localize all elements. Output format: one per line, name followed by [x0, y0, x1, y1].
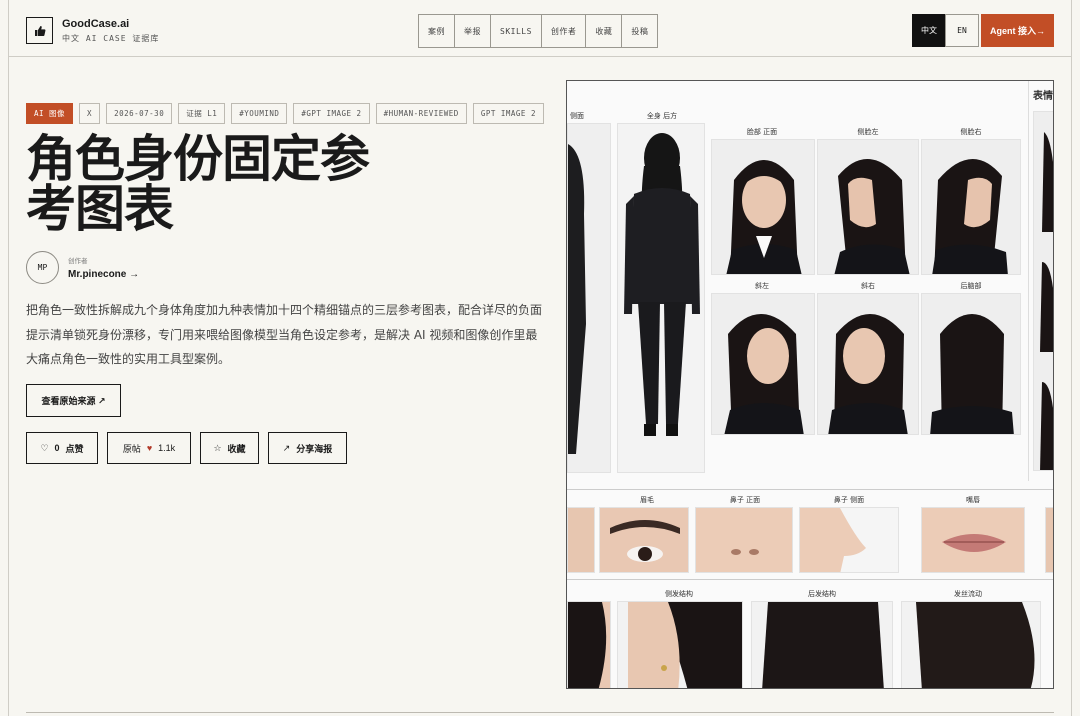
view-source-button[interactable]: 查看原始来源 ↗	[26, 384, 121, 417]
nav-item-cases[interactable]: 案例	[418, 14, 455, 48]
tag-model[interactable]: GPT IMAGE 2	[472, 103, 544, 124]
feature-brow-eye	[599, 507, 689, 573]
thumbs-up-icon	[34, 25, 45, 36]
portrait-tilt-right	[817, 293, 919, 435]
label-back-hair: 后发结构	[808, 590, 836, 598]
feature-edge-left	[567, 507, 595, 573]
logo[interactable]	[26, 17, 53, 44]
label-side: 侧面	[570, 112, 584, 120]
tag-human-reviewed[interactable]: #HUMAN-REVIEWED	[375, 103, 467, 124]
tag-list: AI 图像 X 2026-07-30 证据 L1 #YOUMIND #GPT I…	[26, 103, 544, 124]
original-post-button[interactable]: 原帖 ♥ 1.1k	[107, 432, 191, 464]
reference-sheet-image[interactable]: 侧面 全身 后方 脸部 正面 侧脸左 侧脸右 表情 斜左 斜右 后脑部 眉毛 鼻…	[566, 80, 1054, 689]
tag-date: 2026-07-30	[106, 103, 173, 124]
hair-flow	[901, 601, 1041, 688]
label-face-left: 侧脸左	[857, 128, 879, 136]
action-bar: ♡ 0 点赞 原帖 ♥ 1.1k ☆ 收藏 ↗ 分享海报	[26, 432, 347, 464]
heart-outline-icon: ♡	[40, 442, 49, 453]
nav-item-report[interactable]: 举报	[454, 14, 491, 48]
lang-zh-button[interactable]: 中文	[912, 14, 946, 47]
figure-full-back-panel	[617, 123, 705, 473]
portrait-left	[817, 139, 919, 275]
portrait-front	[711, 139, 815, 275]
tag-category[interactable]: AI 图像	[26, 103, 74, 124]
share-label: 分享海报	[296, 443, 333, 454]
favorite-label: 收藏	[227, 443, 246, 454]
label-hair-flow: 发丝流动	[954, 590, 982, 598]
original-post-label: 原帖	[122, 443, 141, 454]
nav-item-submit[interactable]: 投稿	[621, 14, 659, 48]
top-header: GoodCase.ai 中文 AI CASE 证据库 案例 举报 SKILLS …	[8, 0, 1072, 57]
brand-name[interactable]: GoodCase.ai	[62, 18, 129, 30]
hair-side	[617, 601, 743, 688]
nav-item-skills[interactable]: SKILLS	[490, 14, 542, 48]
brand-subtitle: 中文 AI CASE 证据库	[62, 34, 160, 43]
label-back-head: 后脑部	[960, 282, 982, 290]
label-side-hair: 侧发结构	[665, 590, 693, 598]
feature-lips	[921, 507, 1025, 573]
hair-back	[751, 601, 893, 688]
feature-nose-front	[695, 507, 793, 573]
case-description: 把角色一致性拆解成九个身体角度加九种表情加十四个精细锚点的三层参考图表，配合详尽…	[26, 303, 543, 366]
nav-item-favorites[interactable]: 收藏	[585, 14, 623, 48]
portrait-back-head	[921, 293, 1021, 435]
agent-connect-button[interactable]: Agent 接入→	[981, 14, 1054, 47]
label-expression: 表情	[1033, 91, 1053, 102]
like-count: 0	[54, 443, 60, 453]
tag-gpt-image[interactable]: #GPT IMAGE 2	[293, 103, 370, 124]
star-icon: ☆	[213, 442, 222, 453]
hair-edge-left	[567, 601, 611, 688]
share-poster-button[interactable]: ↗ 分享海报	[268, 432, 347, 464]
label-face-front: 脸部 正面	[746, 128, 778, 136]
section-divider	[26, 712, 1054, 713]
main-nav: 案例 举报 SKILLS 创作者 收藏 投稿	[418, 14, 659, 48]
author-link[interactable]: Mr.pinecone →	[68, 269, 139, 280]
label-tilt-left: 斜左	[755, 282, 769, 290]
label-full-back: 全身 后方	[646, 112, 678, 120]
nav-item-creators[interactable]: 创作者	[540, 14, 587, 48]
language-switch: 中文 EN	[912, 14, 979, 47]
tag-evidence[interactable]: 证据 L1	[178, 103, 226, 124]
feature-edge-right	[1045, 507, 1053, 573]
portrait-tilt-left	[711, 293, 815, 435]
label-lips: 嘴唇	[966, 496, 980, 504]
like-label: 点赞	[65, 443, 84, 454]
author-label: 创作者	[68, 258, 88, 265]
label-nose-front: 鼻子 正面	[729, 496, 761, 504]
label-tilt-right: 斜右	[861, 282, 875, 290]
tag-youmind[interactable]: #YOUMIND	[231, 103, 288, 124]
label-brow: 眉毛	[640, 496, 654, 504]
portrait-right	[921, 139, 1021, 275]
label-face-right: 侧脸右	[960, 128, 982, 136]
page-title: 角色身份固定参考图表	[26, 130, 370, 238]
expression-column	[1033, 111, 1053, 471]
feature-nose-side	[799, 507, 899, 573]
like-button[interactable]: ♡ 0 点赞	[26, 432, 98, 464]
heart-filled-icon: ♥	[146, 443, 153, 453]
lang-en-button[interactable]: EN	[945, 14, 979, 47]
original-post-count: 1.1k	[158, 443, 176, 453]
favorite-button[interactable]: ☆ 收藏	[200, 432, 259, 464]
tag-platform[interactable]: X	[79, 103, 101, 124]
label-nose-side: 鼻子 侧面	[833, 496, 865, 504]
arrow-up-right-icon: ↗	[282, 442, 291, 453]
figure-side-panel	[567, 123, 611, 473]
avatar[interactable]: MP	[26, 251, 59, 284]
